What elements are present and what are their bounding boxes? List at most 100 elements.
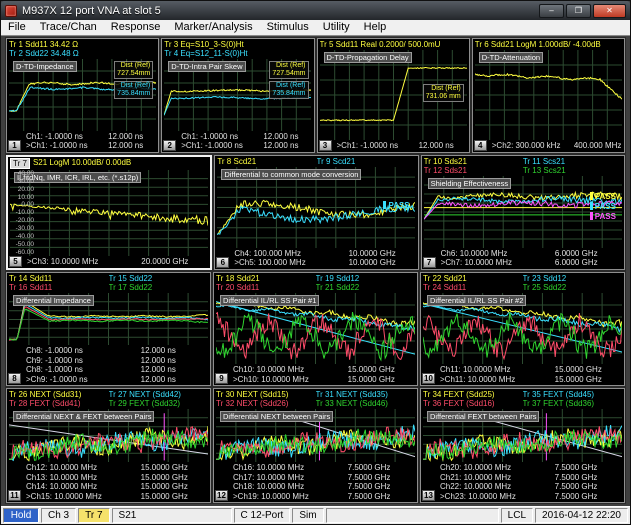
stimulus-range-area: Ch8: -1.0000 ns12.000 nsCh9: -1.0000 ns1… [9,346,208,384]
channel-window-4[interactable]: Tr 6 Sdd21 LogM 1.000dB/ -4.00dB D-TD-Att… [472,38,625,153]
menu-item-help[interactable]: Help [357,20,394,35]
stimulus-range-area: Ch4: 100.000 MHz10.0000 GHz>Ch5: 100.000… [217,249,415,268]
minimize-button[interactable]: – [539,4,564,18]
stimulus-range-area: Ch10: 10.0000 MHz15.0000 GHz>Ch10: 10.00… [216,365,415,384]
trace-title[interactable]: Tr 29 FEXT (Sdd32) [109,399,209,408]
trace-title[interactable]: Tr 24 Sdd11 [423,283,523,292]
trace-title[interactable]: Tr 26 NEXT (Sdd31) [9,390,109,399]
channel-window-6[interactable]: Tr 8 Scd21Tr 9 Scd21 Differential to comm… [214,155,418,270]
stimulus-range-line: Ch21: 10.0000 MHz7.5000 GHz [440,473,622,483]
trace-title[interactable]: Tr 11 Scs21 [523,157,622,166]
trace-title[interactable]: Tr 28 FEXT (Sdd41) [9,399,109,408]
channel-window-2[interactable]: Tr 3 Eq=S10_3-S(0)HtTr 4 Eq=S12_11-S(0)H… [161,38,314,153]
trace-title[interactable]: Tr 6 Sdd21 LogM 1.000dB/ -4.00dB [475,40,622,49]
plot-area: Differential IL/RL SS Pair #1 [216,293,415,365]
window-number-badge: 2 [163,140,176,151]
limit-test-pass-indicator: PASS [590,192,616,201]
channel-window-3[interactable]: Tr 5 Sdd11 Real 0.2000/ 500.0mUD-TD-Prop… [317,38,470,153]
channel-window-8[interactable]: Tr 14 Sdd11Tr 15 Sdd22Tr 16 Sdd11Tr 17 S… [6,272,211,387]
trace-title[interactable]: Tr 9 Scd21 [317,157,416,166]
stimulus-range-line: Ch6: 10.0000 MHz6.0000 GHz [441,249,622,259]
distance-readout: Dist (Ref)731.06 mm [423,84,464,102]
measurement-label: Differential to common mode conversion [221,169,361,180]
trace-title[interactable]: Tr 36 FEXT (Sdd16) [423,399,523,408]
stimulus-range-line: >Ch10: 10.0000 MHz15.0000 GHz [233,375,415,385]
trace-title[interactable]: Tr 35 FEXT (Sdd45) [523,390,623,399]
channel-window-9[interactable]: Tr 18 Sdd21Tr 19 Sdd12Tr 20 Sdd11Tr 21 S… [213,272,418,387]
trace-title[interactable]: Tr 21 Sdd22 [316,283,416,292]
maximize-button[interactable]: ❐ [566,4,591,18]
trace-title[interactable]: Tr 33 NEXT (Sdd46) [316,399,416,408]
channel-window-5[interactable]: Tr 7S21 LogM 10.00dB/ 0.00dB40.0030.0020… [6,155,212,270]
active-parameter-indicator: S21 [112,508,232,523]
trace-title[interactable]: Tr 2 Sdd22 34.48 Ω [9,49,156,58]
menu-item-marker-analysis[interactable]: Marker/Analysis [167,20,259,35]
menu-item-response[interactable]: Response [104,20,168,35]
channel-window-10[interactable]: Tr 22 Sdd21Tr 23 Sdd12Tr 24 Sdd11Tr 25 S… [420,272,625,387]
window-number-badge: 6 [216,257,229,268]
menu-item-stimulus[interactable]: Stimulus [260,20,316,35]
trace-title-area: Tr 34 FEXT (Sdd25)Tr 35 FEXT (Sdd45)Tr 3… [423,390,622,408]
plot-area: D-TD-ImpedanceDist (Ref)727.54mmDist (Re… [9,59,156,131]
window-number-badge: 12 [215,490,228,501]
readout-boxes: Dist (Ref)727.54mmDist (Ref)735.84mm [269,61,308,99]
measurement-label: Differential NEXT between Pairs [220,411,333,422]
close-button[interactable]: ✕ [593,4,626,18]
trace-title[interactable]: Tr 12 Sds21 [424,166,523,175]
trace-title[interactable]: Tr 7 [10,158,30,169]
trace-title-area: Tr 30 NEXT (Sdd15)Tr 31 NEXT (Sdd35)Tr 3… [216,390,415,408]
trace-title[interactable]: Tr 22 Sdd21 [423,274,523,283]
stimulus-range-line: >Ch7: 10.0000 MHz6.0000 GHz [441,258,622,268]
trace-title[interactable]: Tr 13 Scs21 [523,166,622,175]
trace-title[interactable]: Tr 10 Sds21 [424,157,523,166]
channel-window-11[interactable]: Tr 26 NEXT (Sdd31)Tr 27 NEXT (Sdd42)Tr 2… [6,388,211,503]
stimulus-range-area: >Ch3: 10.0000 MHz20.0000 GHz [10,257,208,267]
trace-title[interactable]: Tr 5 Sdd11 Real 0.2000/ 500.0mU [320,40,467,49]
trace-title[interactable]: Tr 20 Sdd11 [216,283,316,292]
trace-title[interactable]: Tr 37 FEXT (Sdd36) [523,399,623,408]
stimulus-range-line: Ch20: 10.0000 MHz7.5000 GHz [440,463,622,473]
limit-test-pass-indicator: PASS [590,202,616,211]
menu-item-trace-chan[interactable]: Trace/Chan [33,20,104,35]
trace-title[interactable]: Tr 17 Sdd22 [109,283,209,292]
window-row: Tr 7S21 LogM 10.00dB/ 0.00dB40.0030.0020… [6,155,625,270]
channel-window-1[interactable]: Tr 1 Sdd11 34.42 ΩTr 2 Sdd22 34.48 ΩD-TD… [6,38,159,153]
trace-title[interactable]: Tr 18 Sdd21 [216,274,316,283]
measurement-label: D-TD-Impedance [13,61,77,72]
menu-item-utility[interactable]: Utility [316,20,357,35]
channel-window-12[interactable]: Tr 30 NEXT (Sdd15)Tr 31 NEXT (Sdd35)Tr 3… [213,388,418,503]
trace-title[interactable]: Tr 31 NEXT (Sdd35) [316,390,416,399]
trace-title[interactable]: Tr 27 NEXT (Sdd42) [109,390,209,399]
trace-title[interactable]: Tr 19 Sdd12 [316,274,416,283]
stimulus-range-line: >Ch2: 300.000 kHz400.000 MHz [492,141,622,151]
stimulus-range-line: >Ch1: -1.0000 ns12.000 ns [337,141,467,151]
stimulus-range-line: Ch8: -1.0000 ns12.000 ns [26,346,208,356]
channel-window-7[interactable]: Tr 10 Sds21Tr 11 Scs21Tr 12 Sds21Tr 13 S… [421,155,625,270]
stimulus-range-area: Ch6: 10.0000 MHz6.0000 GHz>Ch7: 10.0000 … [424,249,622,268]
trace-title[interactable]: Tr 15 Sdd22 [109,274,209,283]
measurement-label: D-TD-Attenuation [479,52,543,63]
window-number-badge: 4 [474,140,487,151]
active-trace-indicator: Tr 7 [78,508,109,523]
trace-title-area: Tr 6 Sdd21 LogM 1.000dB/ -4.00dB [475,40,622,49]
trace-title[interactable]: Tr 34 FEXT (Sdd25) [423,390,523,399]
trace-title[interactable]: Tr 8 Scd21 [217,157,316,166]
trace-title[interactable]: Tr 32 NEXT (Sdd26) [216,399,316,408]
trace-title[interactable]: Tr 23 Sdd12 [523,274,623,283]
plot-area: Differential FEXT between Pairs [423,409,622,462]
trace-title[interactable]: Tr 4 Eq=S12_11-S(0)Ht [164,49,311,58]
trace-title[interactable]: Tr 30 NEXT (Sdd15) [216,390,316,399]
trace-title[interactable]: Tr 25 Sdd22 [523,283,623,292]
trace-title[interactable]: S21 LogM 10.00dB/ 0.00dB [33,158,208,169]
status-spacer [326,508,499,523]
trace-title[interactable]: Tr 3 Eq=S10_3-S(0)Ht [164,40,311,49]
trace-title[interactable]: Tr 16 Sdd11 [9,283,109,292]
measurement-label: Shielding Effectiveness [428,178,511,189]
channel-window-13[interactable]: Tr 34 FEXT (Sdd25)Tr 35 FEXT (Sdd45)Tr 3… [420,388,625,503]
datetime-display: 2016-04-12 22:20 [535,508,628,523]
trace-title[interactable]: Tr 14 Sdd11 [9,274,109,283]
trace-title[interactable]: Tr 1 Sdd11 34.42 Ω [9,40,156,49]
measurement-label: D-TD-Intra Pair Skew [168,61,245,72]
menu-item-file[interactable]: File [1,20,33,35]
title-bar[interactable]: M937X 12 port VNA at slot 5 – ❐ ✕ [1,1,630,20]
